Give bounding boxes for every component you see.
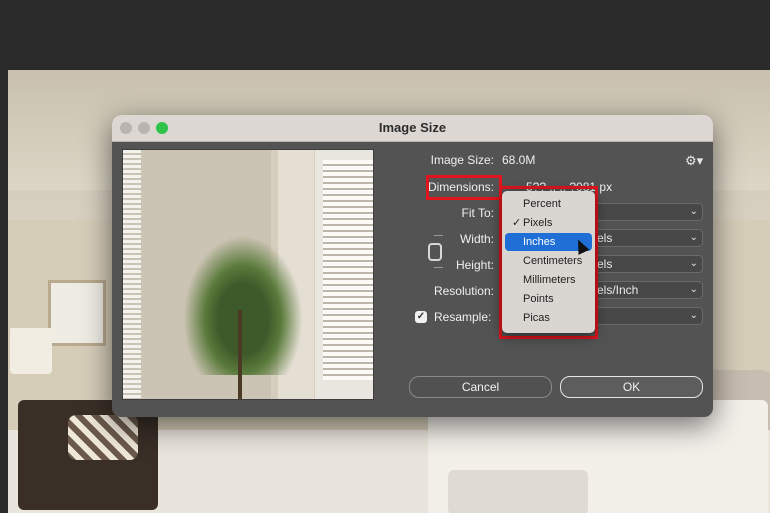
dimensions-highlight	[426, 175, 502, 200]
ok-button[interactable]: OK	[560, 376, 703, 398]
menu-item-label: Millimeters	[523, 274, 576, 286]
photo-bench	[448, 470, 588, 513]
chevron-down-icon: ⌄	[689, 232, 698, 243]
dimensions-unit-menu: Percent ✓ Pixels Inches Centimeters Mill…	[502, 191, 595, 333]
checkmark-icon: ✓	[512, 217, 522, 229]
image-size-value: 68.0M	[502, 153, 536, 167]
preview-blind-left	[123, 150, 141, 399]
image-size-dialog: Image Size Image Size: 68.0M ⚙▾ Dimensio…	[112, 115, 713, 417]
resample-checkbox[interactable]: ✓	[415, 311, 427, 323]
menu-item-millimeters[interactable]: Millimeters	[505, 271, 592, 289]
fit-to-label: Fit To:	[461, 206, 494, 220]
photo-pillow	[68, 415, 138, 460]
image-size-label: Image Size:	[430, 153, 494, 167]
preview-plant	[183, 235, 303, 375]
menu-item-label: Picas	[523, 312, 550, 324]
menu-item-label: Points	[523, 293, 554, 305]
resolution-unit-value: els/Inch	[597, 283, 639, 297]
chevron-down-icon: ⌄	[689, 258, 698, 269]
height-unit-value: els	[597, 257, 613, 271]
preview-blind	[323, 160, 373, 380]
gear-icon[interactable]: ⚙▾	[685, 153, 703, 169]
dialog-titlebar: Image Size	[112, 115, 713, 142]
menu-item-picas[interactable]: Picas	[505, 309, 592, 327]
menu-item-label: Inches	[523, 236, 556, 248]
menu-item-centimeters[interactable]: Centimeters	[505, 252, 592, 270]
menu-item-pixels[interactable]: ✓ Pixels	[505, 214, 592, 232]
image-preview[interactable]	[122, 149, 374, 400]
chevron-down-icon: ⌄	[689, 310, 698, 321]
menu-item-percent[interactable]: Percent	[505, 195, 592, 213]
chevron-down-icon: ⌄	[689, 206, 698, 217]
chevron-down-icon: ⌄	[689, 284, 698, 295]
resolution-label: Resolution:	[433, 284, 494, 298]
cancel-button[interactable]: Cancel	[409, 376, 552, 398]
menu-item-points[interactable]: Points	[505, 290, 592, 308]
menu-item-label: Pixels	[523, 217, 553, 229]
menu-item-label: Percent	[523, 198, 561, 210]
photo-wall-art	[48, 280, 106, 346]
menu-item-label: Centimeters	[523, 255, 583, 267]
width-label: Width:	[459, 232, 494, 246]
photo-lamp	[10, 328, 52, 374]
height-label: Height:	[455, 258, 494, 272]
width-unit-value: els	[597, 231, 613, 245]
preview-plant-stem	[238, 310, 242, 399]
resample-label: Resample:	[434, 310, 492, 324]
dialog-title: Image Size	[378, 120, 447, 135]
